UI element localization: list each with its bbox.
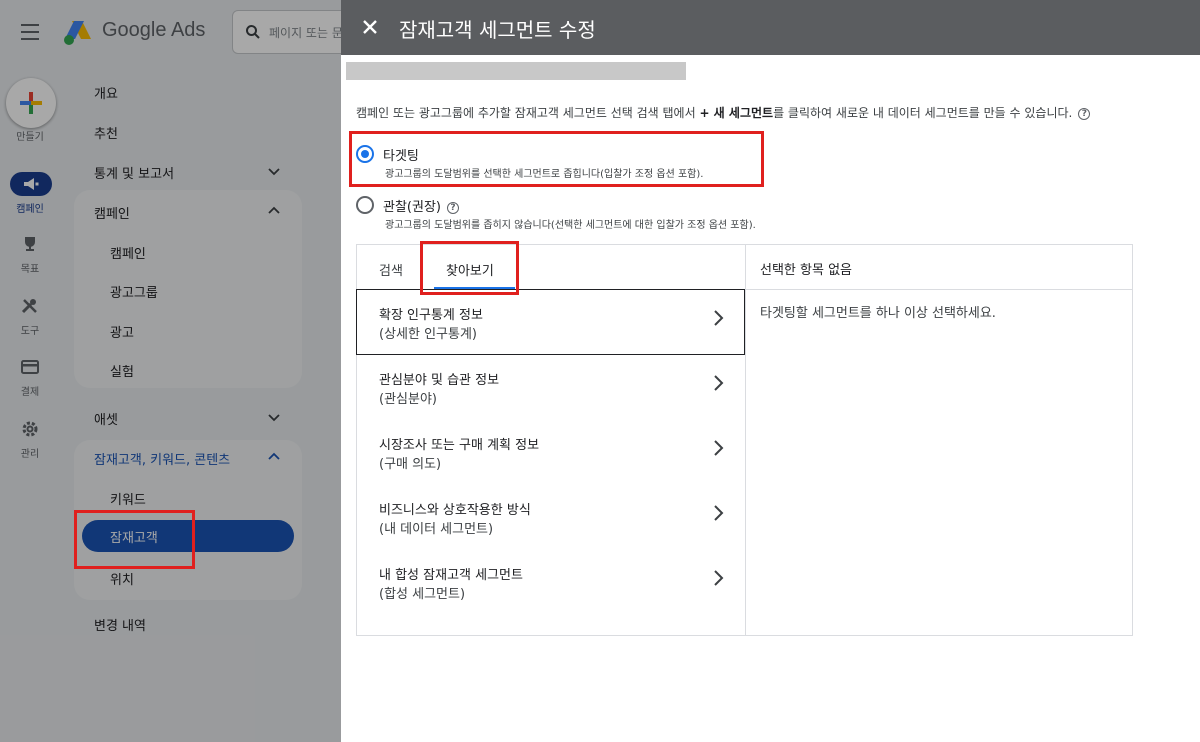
category-interests[interactable]: 관심분야 및 습관 정보 (관심분야) [357,355,745,420]
chevron-right-icon [714,375,724,391]
category-subtitle: (상세한 인구통계) [379,327,477,342]
option-observation-desc: 광고그룹의 도달범위를 좁히지 않습니다(선택한 세그먼트에 대한 입찰가 조정… [385,220,756,231]
category-title: 비즈니스와 상호작용한 방식 [379,503,531,518]
new-segment-link: + 새 세그먼트 [699,106,774,120]
panel-description: 캠페인 또는 광고그룹에 추가할 잠재고객 세그먼트 선택 검색 탭에서 + 새… [356,104,1091,121]
highlight-box-targeting [349,131,764,187]
observation-label-text: 관찰(권장) [383,200,441,215]
category-subtitle: (구매 의도) [379,457,442,472]
chevron-right-icon [714,310,724,326]
category-title: 확장 인구통계 정보 [379,308,483,323]
panel-header: 잠재고객 세그먼트 수정 [341,0,1200,55]
edit-audience-panel: 잠재고객 세그먼트 수정 캠페인 또는 광고그룹에 추가할 잠재고객 세그먼트 … [341,0,1200,742]
close-icon [363,20,377,34]
highlight-box-browse-tab [420,241,519,295]
category-synthetic[interactable]: 내 합성 잠재고객 세그먼트 (합성 세그먼트) [357,550,745,615]
segment-browser: 검색 찾아보기 선택한 항목 없음 타겟팅할 세그먼트를 하나 이상 선택하세요… [356,244,1133,636]
highlight-box-audiences [74,510,195,569]
category-in-market[interactable]: 시장조사 또는 구매 계획 정보 (구매 의도) [357,420,745,485]
category-subtitle: (관심분야) [379,392,437,407]
help-icon[interactable]: ? [1078,107,1091,120]
chevron-right-icon [714,505,724,521]
panel-title: 잠재고객 세그먼트 수정 [399,18,596,42]
description-text: 캠페인 또는 광고그룹에 추가할 잠재고객 세그먼트 선택 검색 탭에서 [356,106,700,120]
column-divider [745,245,746,635]
close-button[interactable] [359,16,381,38]
redacted-bar [346,62,686,80]
selected-header: 선택한 항목 없음 [760,263,852,278]
category-your-data[interactable]: 비즈니스와 상호작용한 방식 (내 데이터 세그먼트) [357,485,745,550]
category-subtitle: (내 데이터 세그먼트) [379,522,494,537]
category-detailed-demographics[interactable]: 확장 인구통계 정보 (상세한 인구통계) [356,289,745,355]
radio-observation[interactable] [356,196,374,214]
selected-empty-message: 타겟팅할 세그먼트를 하나 이상 선택하세요. [760,306,996,321]
help-icon[interactable]: ? [446,201,459,214]
chevron-right-icon [714,440,724,456]
chevron-right-icon [714,570,724,586]
category-title: 내 합성 잠재고객 세그먼트 [379,568,523,583]
description-text-end: 를 클릭하여 새로운 내 데이터 세그먼트를 만들 수 있습니다. [773,106,1073,120]
category-title: 시장조사 또는 구매 계획 정보 [379,438,540,453]
tab-search[interactable]: 검색 [379,260,403,279]
category-title: 관심분야 및 습관 정보 [379,373,500,388]
option-observation-label: 관찰(권장)? [383,196,459,215]
category-subtitle: (합성 세그먼트) [379,587,466,602]
